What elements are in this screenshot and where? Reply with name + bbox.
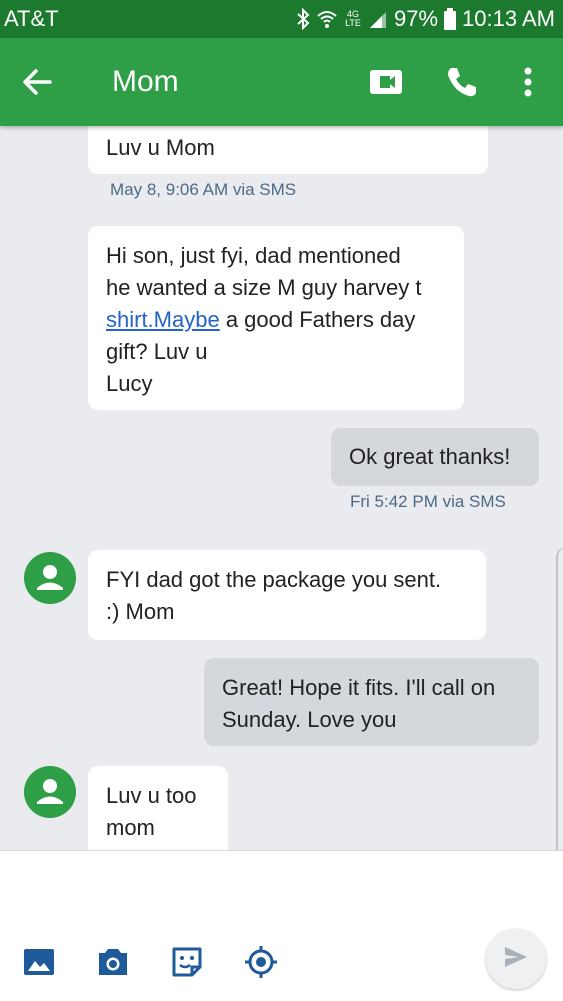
message-thread[interactable]: Luv u Mom May 8, 9:06 AM via SMS Hi son,… (0, 126, 563, 850)
scroll-edge[interactable] (556, 546, 563, 850)
battery-icon (444, 8, 457, 30)
message-meta: May 8, 9:06 AM via SMS (110, 180, 297, 199)
message-link[interactable]: shirt.Maybe (106, 307, 220, 332)
contact-avatar[interactable] (24, 766, 76, 818)
message-line: Sunday. Love you (222, 707, 397, 732)
message-text: a good Fathers day (219, 307, 416, 332)
message-line: shirt.Maybe a good Fathers day (106, 304, 446, 336)
message-bubble-incoming[interactable]: Luv u too mom (88, 766, 228, 850)
app-bar: Mom (0, 38, 563, 126)
message-bubble-outgoing[interactable]: Great! Hope it fits. I'll call on Sunday… (204, 658, 539, 746)
message-bubble-outgoing[interactable]: Ok great thanks! (331, 428, 539, 486)
carrier-label: AT&T (4, 6, 59, 31)
message-bubble-incoming[interactable]: Hi son, just fyi, dad mentioned he wante… (88, 226, 464, 410)
battery-percent: 97% (394, 6, 439, 31)
network-type-label: 4G LTE (345, 9, 361, 28)
location-icon[interactable] (244, 945, 278, 979)
message-line: :) Mom (106, 599, 175, 624)
camera-icon[interactable] (96, 945, 130, 979)
message-meta: Fri 5:42 PM via SMS (350, 492, 506, 511)
message-line: Great! Hope it fits. I'll call on (222, 675, 496, 700)
message-line: Lucy (106, 371, 153, 396)
message-line: Hi son, just fyi, dad mentioned (106, 243, 401, 268)
sticker-icon[interactable] (170, 945, 204, 979)
clock: 10:13 AM (462, 6, 555, 31)
bluetooth-icon (296, 8, 310, 30)
message-line: gift? Luv u (106, 339, 208, 364)
video-call-icon[interactable] (366, 64, 408, 100)
message-text: Luv u Mom (106, 135, 215, 160)
message-line: he wanted a size M guy harvey t (106, 275, 422, 300)
message-line: Luv u too (106, 783, 197, 808)
signal-icon (368, 8, 388, 30)
contact-avatar[interactable] (24, 552, 76, 604)
message-bubble-incoming[interactable]: FYI dad got the package you sent. :) Mom (88, 550, 486, 640)
status-icons: 4G LTE 97% 10:13 AM (296, 6, 555, 32)
wifi-icon (316, 8, 338, 30)
message-line: mom (106, 815, 155, 840)
back-arrow-icon[interactable] (18, 62, 58, 102)
status-bar: AT&T 4G LTE 97% 10:13 AM (0, 0, 563, 38)
phone-icon[interactable] (444, 64, 480, 100)
gallery-icon[interactable] (22, 945, 56, 979)
send-icon (502, 943, 530, 976)
message-line: FYI dad got the package you sent. (106, 567, 442, 592)
compose-area (0, 850, 563, 1001)
send-button[interactable] (486, 929, 546, 989)
message-input[interactable] (24, 869, 464, 909)
conversation-title: Mom (112, 65, 179, 98)
more-vert-icon[interactable] (514, 62, 542, 102)
message-bubble-incoming[interactable]: Luv u Mom (88, 126, 488, 174)
message-text: Ok great thanks! (349, 444, 511, 469)
